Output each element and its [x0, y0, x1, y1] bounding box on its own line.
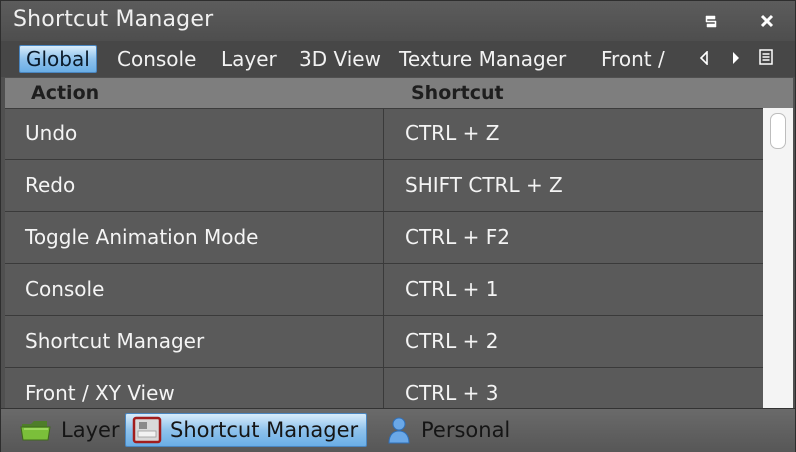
tab-list-button[interactable]: [757, 49, 775, 69]
shortcut-cell[interactable]: CTRL + Z: [405, 109, 499, 160]
table-row[interactable]: Front / XY View CTRL + 3: [5, 369, 763, 408]
shortcut-manager-window: Shortcut Manager Global Console Layer 3D…: [0, 0, 796, 452]
folder-icon: [19, 418, 53, 442]
tab-scroll-right-button[interactable]: [727, 49, 745, 69]
scrollbar-header-corner: [763, 78, 793, 108]
table-row[interactable]: Toggle Animation Mode CTRL + F2: [5, 213, 763, 264]
vertical-scrollbar[interactable]: [763, 78, 793, 408]
action-cell: Console: [25, 277, 105, 301]
scrollbar-thumb[interactable]: [770, 113, 786, 149]
dock-button[interactable]: [701, 11, 721, 31]
tab-layer[interactable]: Layer: [215, 45, 283, 73]
tab-texture-manager[interactable]: Texture Manager: [393, 45, 572, 73]
arrow-right-icon: [731, 50, 741, 69]
column-header-action[interactable]: Action: [31, 78, 99, 108]
action-cell: Undo: [25, 121, 78, 145]
action-cell: Toggle Animation Mode: [25, 225, 259, 249]
shortcut-cell[interactable]: CTRL + 2: [405, 317, 498, 368]
table-row[interactable]: Console CTRL + 1: [5, 265, 763, 316]
dock-icon: [703, 13, 719, 29]
bottom-tab-personal[interactable]: Personal: [379, 413, 518, 447]
keyboard-icon: [132, 416, 162, 444]
bottom-tab-label: Personal: [421, 418, 511, 442]
action-cell: Shortcut Manager: [25, 329, 205, 353]
close-button[interactable]: [757, 11, 777, 31]
bottom-tab-layer[interactable]: Layer: [13, 413, 128, 447]
tab-bar: Global Console Layer 3D View Texture Man…: [1, 41, 795, 77]
shortcut-cell[interactable]: CTRL + 3: [405, 369, 498, 408]
action-cell: Redo: [25, 173, 76, 197]
column-divider: [383, 109, 384, 408]
bottom-tab-label: Layer: [61, 418, 120, 442]
table-row[interactable]: Undo CTRL + Z: [5, 109, 763, 160]
shortcut-cell[interactable]: CTRL + F2: [405, 213, 510, 264]
shortcut-cell[interactable]: CTRL + 1: [405, 265, 498, 316]
shortcut-table: Action Shortcut Undo CTRL + Z Redo SHIFT…: [5, 78, 763, 408]
bottom-tab-label: Shortcut Manager: [170, 418, 359, 442]
action-cell: Front / XY View: [25, 381, 175, 405]
table-row[interactable]: Shortcut Manager CTRL + 2: [5, 317, 763, 368]
column-header-shortcut[interactable]: Shortcut: [411, 78, 504, 108]
table-row[interactable]: Redo SHIFT CTRL + Z: [5, 161, 763, 212]
bottom-panel-tabs: Layer Shortcut Manager Personal: [1, 408, 795, 452]
tab-global[interactable]: Global: [19, 45, 97, 73]
arrow-left-icon: [699, 49, 709, 69]
shortcut-cell[interactable]: SHIFT CTRL + Z: [405, 161, 563, 212]
tab-3d-view[interactable]: 3D View: [293, 45, 387, 73]
tab-console[interactable]: Console: [111, 45, 202, 73]
list-icon: [759, 49, 773, 69]
table-header: Action Shortcut: [5, 78, 763, 109]
close-icon: [760, 14, 774, 28]
tab-front-view[interactable]: Front /: [595, 45, 671, 73]
bottom-tab-shortcut-manager[interactable]: Shortcut Manager: [125, 413, 368, 447]
person-icon: [385, 415, 413, 445]
window-title: Shortcut Manager: [13, 7, 214, 32]
title-bar: Shortcut Manager: [1, 1, 795, 41]
tab-scroll-left-button[interactable]: [695, 49, 713, 69]
